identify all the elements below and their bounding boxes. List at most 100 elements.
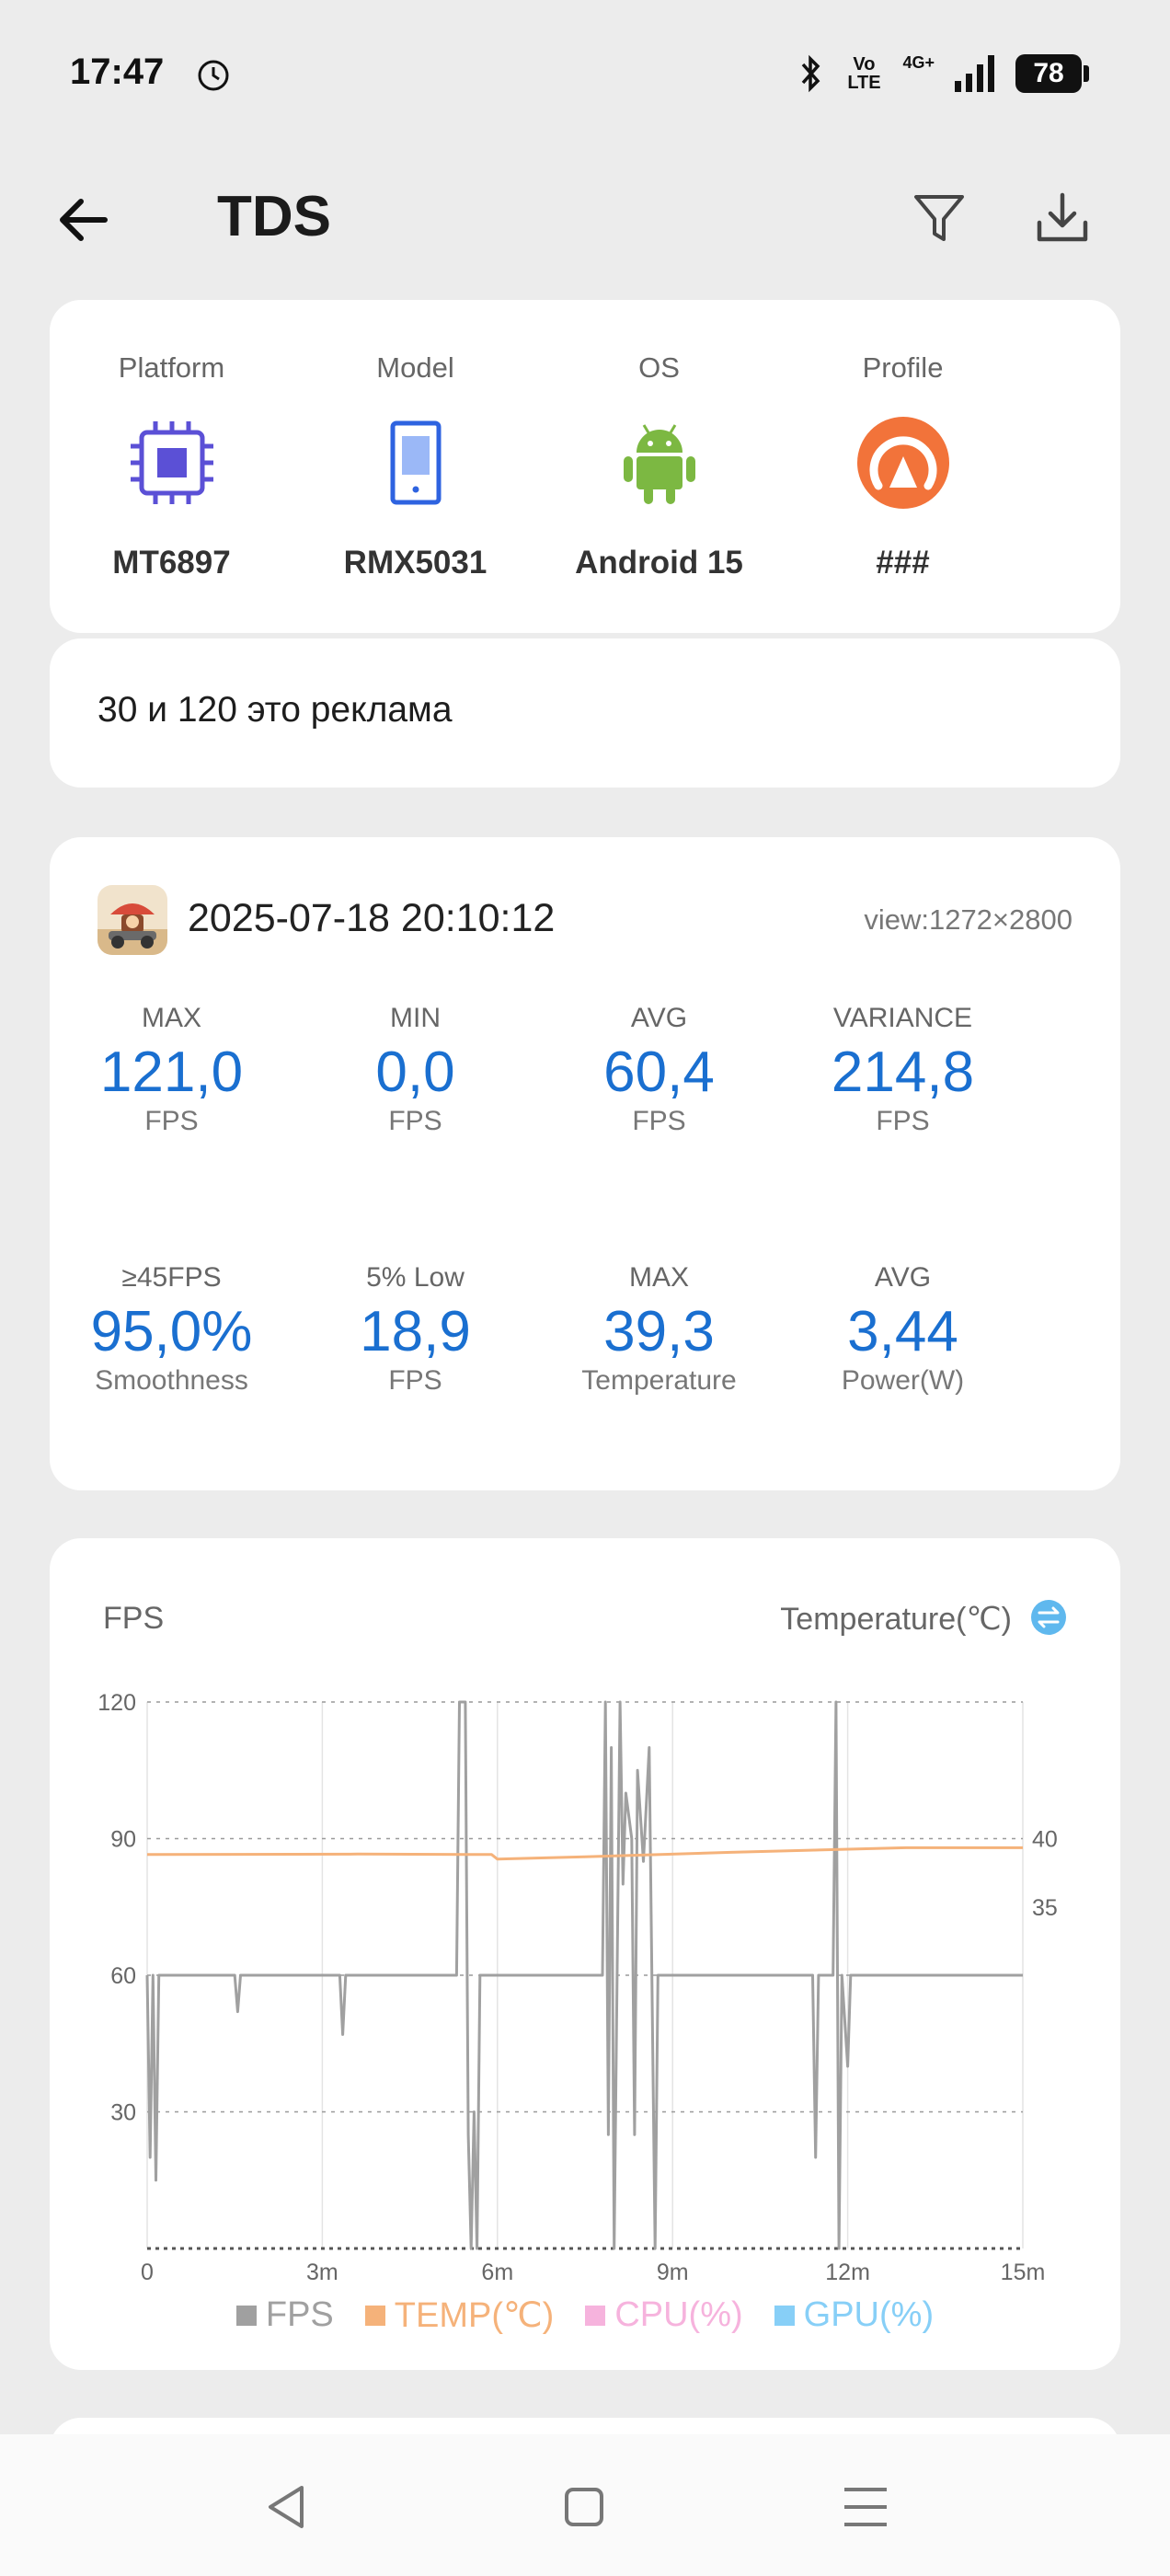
filter-icon[interactable] [909, 188, 969, 248]
stat-label: VARIANCE [832, 1003, 973, 1033]
system-nav-bar [0, 2434, 1170, 2576]
series-line-temp [146, 1846, 1023, 1861]
stat-unit: FPS [632, 1106, 686, 1136]
x-tick-label: 6m [481, 2260, 513, 2285]
y-left-tick-label: 120 [98, 1690, 136, 1716]
stat-avg-power: AVG 3,44 Power(W) [781, 1262, 1025, 1402]
y-left-tick-label: 60 [110, 1963, 136, 1989]
status-time: 17:47 [70, 52, 165, 92]
view-resolution: view:1272×2800 [864, 903, 1072, 936]
stat-value: 0,0 [375, 1041, 455, 1104]
stat-unit: Smoothness [95, 1365, 248, 1396]
stat-value: 39,3 [603, 1300, 715, 1363]
legend-label: GPU(%) [803, 2295, 935, 2334]
stat-label: AVG [630, 1003, 688, 1033]
stat-avg-fps: AVG 60,4 FPS [537, 1003, 781, 1143]
x-tick-label: 3m [306, 2260, 338, 2285]
x-tick-label: 0 [141, 2260, 154, 2285]
status-icons: Vo LTE 4G+ 78 [797, 52, 1089, 94]
legend-swatch [585, 2305, 606, 2326]
legend-label: TEMP(℃) [394, 2296, 555, 2335]
device-info-card: Platform MT6897 Model RMX5031 OS Android… [50, 300, 1120, 633]
device-model-label: Model [376, 351, 454, 384]
chart-right-axis-title: Temperature(℃) [780, 1602, 1012, 1637]
stat-unit: FPS [388, 1106, 442, 1136]
device-model-value: RMX5031 [343, 545, 488, 581]
x-tick-label: 12m [825, 2260, 870, 2285]
stat-max-fps: MAX 121,0 FPS [50, 1003, 293, 1143]
legend-item-gpu[interactable]: GPU(%) [774, 2294, 934, 2336]
phone-icon [390, 420, 442, 505]
legend-item-temp[interactable]: TEMP(℃) [364, 2294, 555, 2336]
stat-max-temp: MAX 39,3 Temperature [537, 1262, 781, 1402]
nav-home-icon[interactable] [552, 2475, 616, 2539]
y-right-tick-label: 40 [1032, 1827, 1058, 1853]
stat-value: 18,9 [360, 1300, 471, 1363]
stat-unit: Power(W) [841, 1365, 965, 1396]
fps-chart-card: 0 3m 6m 9m 12m 15m 120 90 60 30 40 35 FPS Temperatu… [50, 1538, 1120, 2370]
session-stats-card: 2025-07-18 20:10:12 view:1272×2800 MAX 1… [50, 837, 1120, 1490]
y-left-tick-label: 30 [110, 2100, 136, 2126]
swap-axis-icon[interactable] [1030, 1599, 1067, 1636]
stat-label: 5% Low [366, 1262, 465, 1293]
legend-swatch [364, 2305, 385, 2326]
stat-min-fps: MIN 0,0 FPS [293, 1003, 537, 1143]
stat-label: MIN [390, 1003, 441, 1033]
y-left-tick-label: 90 [110, 1827, 136, 1853]
note-text: 30 и 120 это реклама [98, 690, 453, 730]
legend-item-fps[interactable]: FPS [235, 2294, 334, 2336]
legend-label: FPS [265, 2295, 334, 2334]
bluetooth-icon [802, 54, 820, 93]
nav-menu-icon[interactable] [833, 2475, 898, 2539]
stat-value: 60,4 [603, 1041, 715, 1104]
volte-indicator: Vo LTE [847, 54, 881, 93]
stat-value: 214,8 [831, 1041, 975, 1104]
game-app-icon [98, 885, 167, 955]
stat-label: MAX [628, 1262, 689, 1293]
status-bar: 17:47 Vo LTE 4G+ 78 [0, 0, 1170, 147]
stat-variance: VARIANCE 214,8 FPS [781, 1003, 1025, 1143]
device-os-label: OS [638, 351, 680, 384]
stat-smoothness: ≥45FPS 95,0% Smoothness [50, 1262, 293, 1402]
stat-value: 3,44 [847, 1300, 958, 1363]
legend-label: CPU(%) [614, 2295, 743, 2334]
stat-value: 95,0% [90, 1300, 253, 1363]
y-right-tick-label: 35 [1032, 1895, 1058, 1921]
device-profile-value: ### [876, 545, 930, 581]
signal-icon [955, 55, 994, 92]
device-platform-label: Platform [118, 351, 225, 384]
legend-swatch [774, 2305, 795, 2326]
alarm-clock-icon [198, 60, 229, 91]
android-icon [624, 424, 695, 504]
legend-item-cpu[interactable]: CPU(%) [585, 2294, 743, 2336]
x-tick-label: 15m [1001, 2260, 1046, 2285]
nav-back-icon[interactable] [256, 2475, 320, 2539]
stat-5-low: 5% Low 18,9 FPS [293, 1262, 537, 1402]
stat-label: AVG [874, 1262, 932, 1293]
network-type: 4G+ [902, 52, 935, 72]
stat-label: MAX [141, 1003, 201, 1033]
stat-unit: FPS [876, 1106, 930, 1136]
x-tick-label: 9m [657, 2260, 689, 2285]
stat-unit: FPS [144, 1106, 199, 1136]
legend-swatch [235, 2305, 257, 2326]
chip-icon [131, 421, 213, 504]
chart-left-axis-title: FPS [103, 1601, 165, 1636]
profile-gauge-icon [857, 417, 949, 509]
fps-line-chart[interactable]: 0 3m 6m 9m 12m 15m 120 90 60 30 40 35 [50, 1538, 1120, 2370]
page-title: TDS [217, 185, 331, 248]
stat-unit: FPS [388, 1365, 442, 1396]
device-profile-label: Profile [862, 351, 944, 384]
back-arrow-icon[interactable] [53, 188, 118, 252]
stat-label: ≥45FPS [121, 1262, 222, 1293]
series-line-fps [145, 1700, 1023, 2250]
battery-indicator: 78 [1015, 54, 1089, 93]
note-card[interactable]: 30 и 120 это реклама [50, 638, 1120, 788]
device-platform-value: MT6897 [112, 545, 231, 581]
download-icon[interactable] [1030, 186, 1095, 250]
stat-unit: Temperature [581, 1365, 737, 1396]
session-date: 2025-07-18 20:10:12 [188, 896, 556, 940]
app-bar: TDS [0, 166, 1170, 267]
device-os-value: Android 15 [575, 545, 743, 581]
stat-value: 121,0 [99, 1041, 244, 1104]
